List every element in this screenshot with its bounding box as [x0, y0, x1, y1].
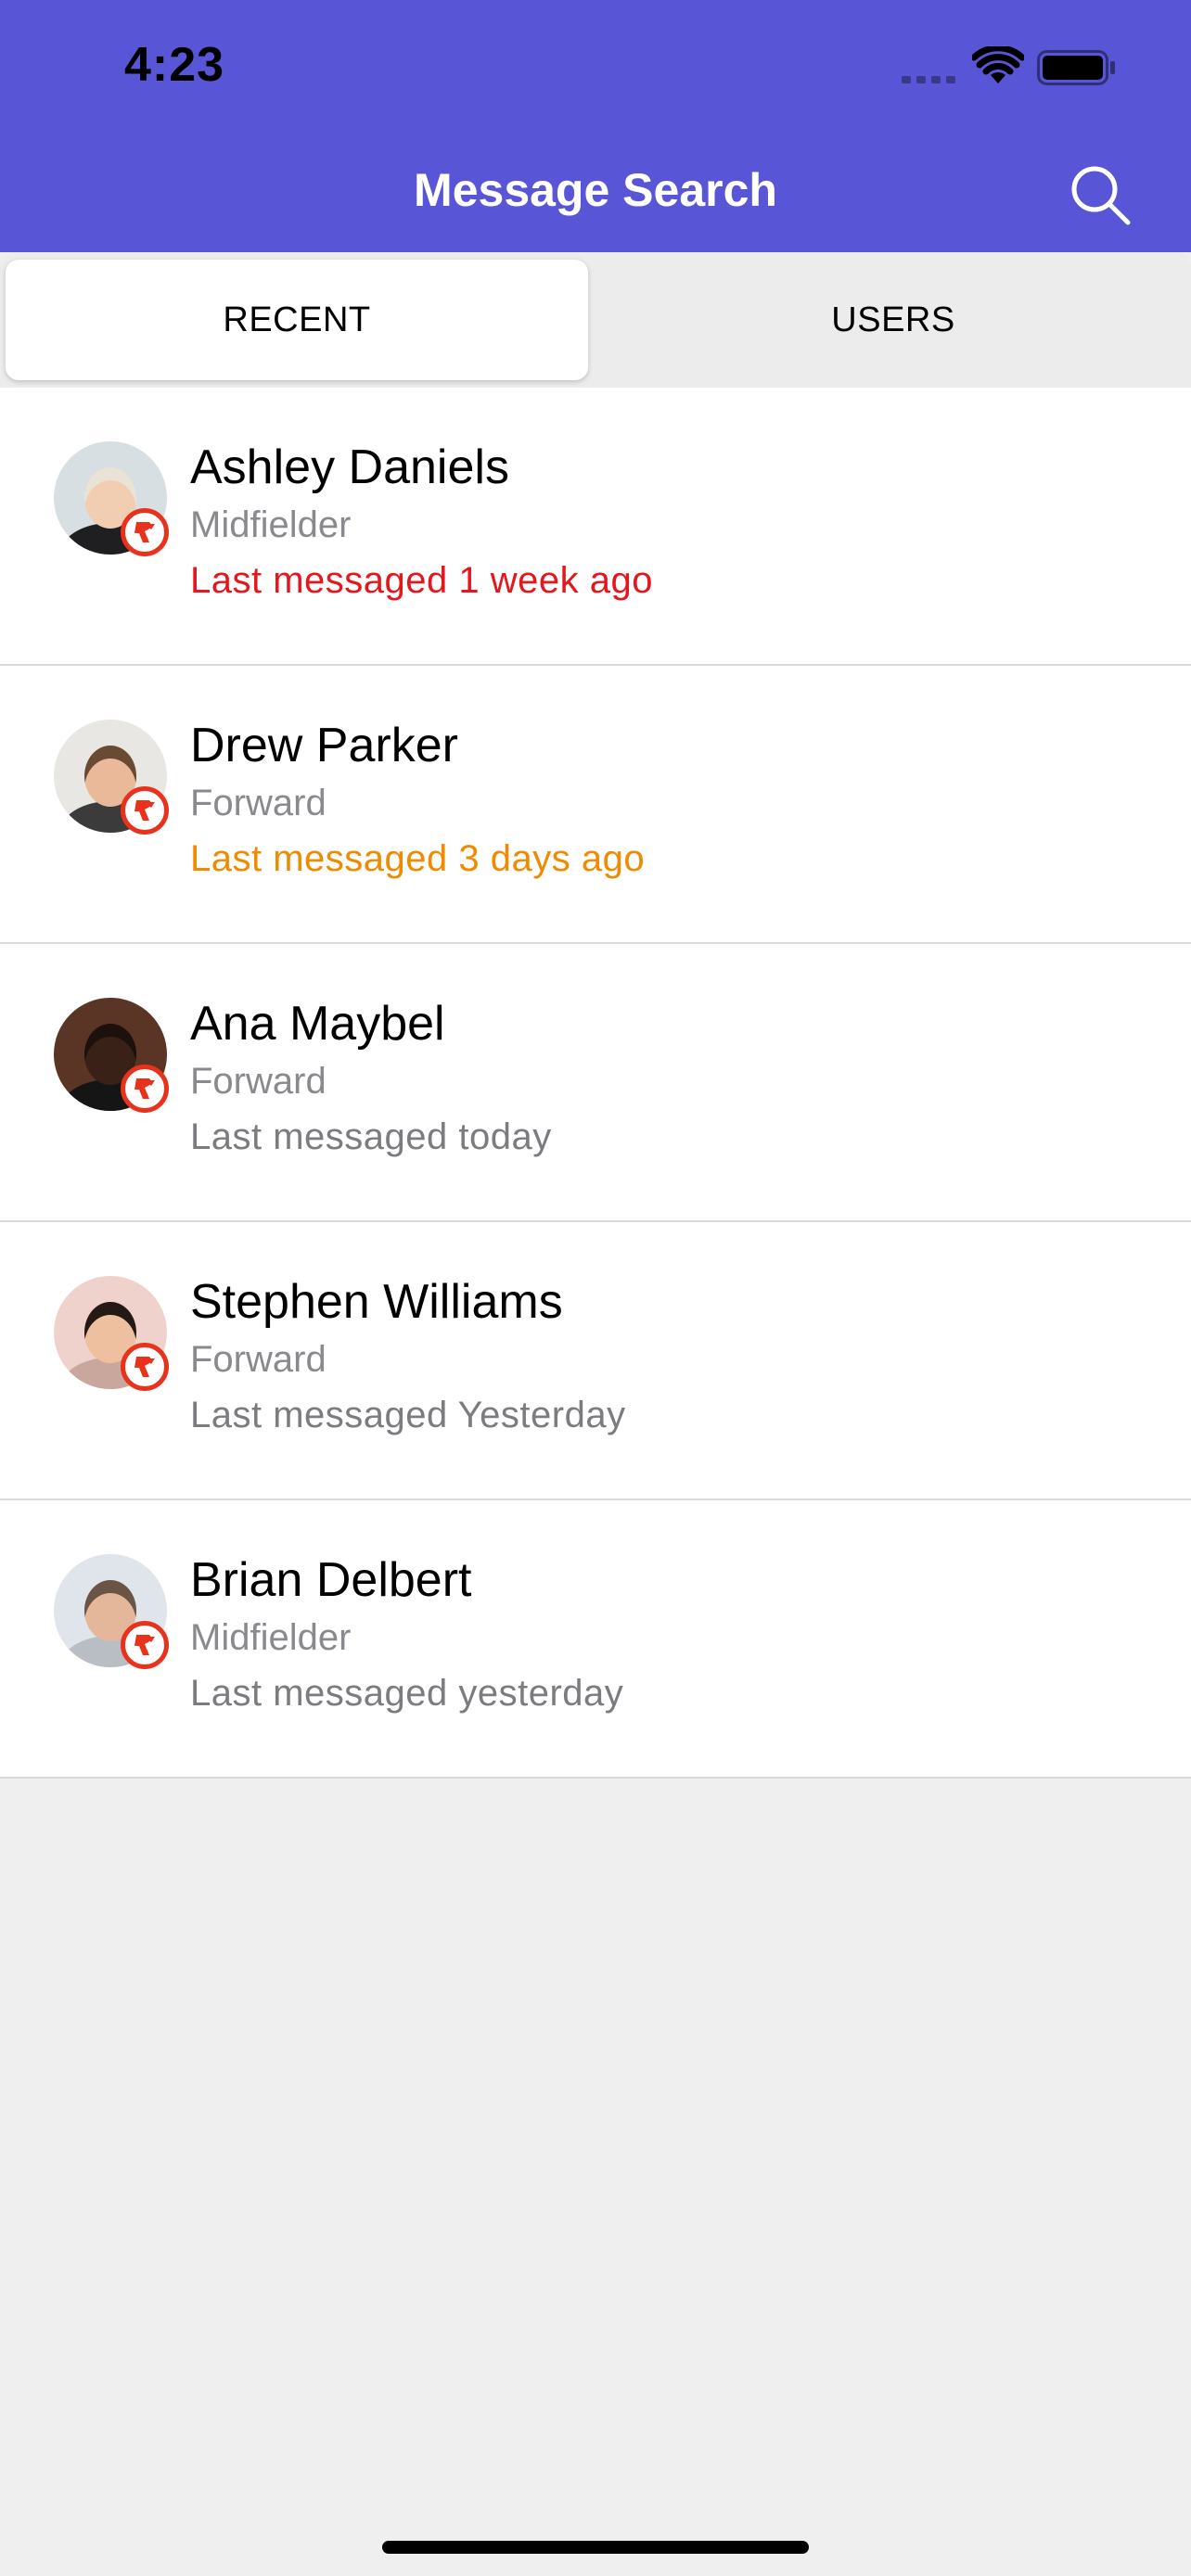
team-logo-icon — [121, 786, 169, 835]
wifi-icon — [972, 46, 1024, 83]
battery-icon — [1037, 50, 1115, 85]
avatar-container — [54, 720, 169, 835]
last-messaged-text: Last messaged 1 week ago — [190, 560, 653, 601]
avatar-container — [54, 1276, 169, 1391]
search-button[interactable] — [1065, 159, 1135, 230]
team-logo-icon — [121, 508, 169, 556]
avatar-container — [54, 1554, 169, 1669]
tab-recent[interactable]: RECENT — [6, 260, 588, 380]
team-logo-icon — [121, 1621, 169, 1669]
contact-position: Forward — [190, 783, 327, 823]
search-icon — [1071, 166, 1131, 225]
avatar-container — [54, 441, 169, 556]
avatar-container — [54, 998, 169, 1113]
contact-position: Forward — [190, 1061, 327, 1102]
tab-selector: RECENT USERS — [0, 252, 1191, 388]
last-messaged-text: Last messaged today — [190, 1116, 552, 1157]
last-messaged-text: Last messaged 3 days ago — [190, 838, 646, 879]
tab-users[interactable]: USERS — [601, 260, 1185, 380]
team-logo-icon — [121, 1343, 169, 1391]
contact-name: Brian Delbert — [190, 1553, 472, 1607]
home-indicator[interactable] — [382, 2541, 809, 2554]
contact-name: Drew Parker — [190, 719, 458, 772]
list-item[interactable]: Ashley Daniels Midfielder Last messaged 1 … — [0, 388, 1191, 666]
app-screen: 4:23 Message Search RECENT USERS Ashley … — [0, 0, 1191, 2576]
status-time: 4:23 — [124, 38, 225, 92]
last-messaged-text: Last messaged Yesterday — [190, 1395, 626, 1435]
page-title: Message Search — [414, 164, 777, 216]
signal-dots-icon — [902, 76, 957, 85]
list-item[interactable]: Drew Parker Forward Last messaged 3 days a… — [0, 666, 1191, 944]
list-item[interactable]: Ana Maybel Forward Last messaged today — [0, 944, 1191, 1222]
contact-list: Ashley Daniels Midfielder Last messaged 1 … — [0, 388, 1191, 1779]
contact-position: Midfielder — [190, 1617, 352, 1658]
last-messaged-text: Last messaged yesterday — [190, 1673, 624, 1714]
contact-position: Midfielder — [190, 504, 352, 545]
header: 4:23 Message Search — [0, 0, 1191, 252]
contact-name: Ashley Daniels — [190, 440, 509, 494]
contact-name: Stephen Williams — [190, 1275, 563, 1329]
team-logo-icon — [121, 1065, 169, 1113]
list-item[interactable]: Stephen Williams Forward Last messaged Yes… — [0, 1222, 1191, 1500]
contact-name: Ana Maybel — [190, 997, 445, 1051]
list-item[interactable]: Brian Delbert Midfielder Last messaged yes… — [0, 1500, 1191, 1779]
contact-position: Forward — [190, 1339, 327, 1380]
